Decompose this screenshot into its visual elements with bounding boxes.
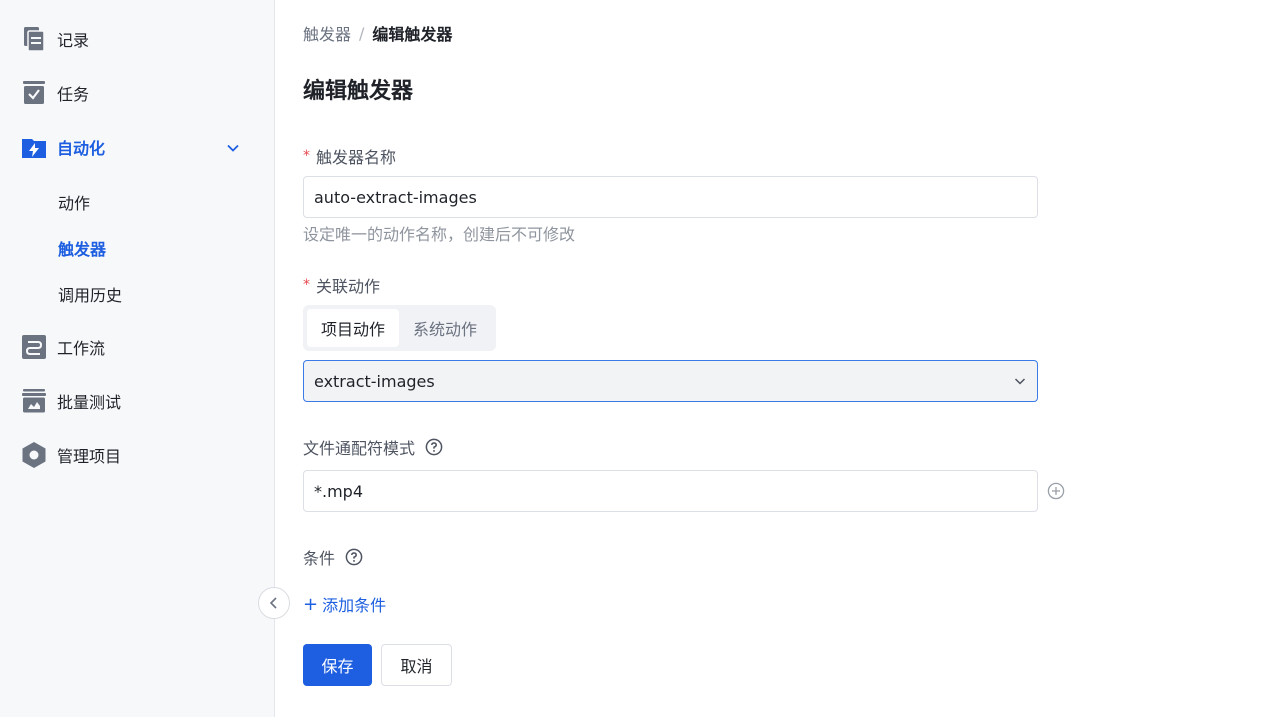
trigger-name-hint: 设定唯一的动作名称，创建后不可修改 bbox=[303, 225, 576, 244]
sidebar-item-workflow[interactable]: 工作流 bbox=[20, 331, 105, 363]
breadcrumb: 触发器 / 编辑触发器 bbox=[303, 21, 452, 45]
required-mark: * bbox=[303, 148, 310, 164]
manage-project-icon bbox=[20, 441, 48, 469]
help-icon[interactable] bbox=[345, 548, 363, 566]
conditions-label-text: 条件 bbox=[303, 549, 336, 568]
sidebar-item-label: 任务 bbox=[57, 85, 90, 104]
sidebar-item-label: 批量测试 bbox=[57, 393, 122, 412]
required-mark: * bbox=[303, 277, 310, 293]
sidebar-item-manage-project[interactable]: 管理项目 bbox=[20, 439, 121, 471]
batch-test-icon bbox=[20, 387, 48, 415]
tab-project-actions[interactable]: 项目动作 bbox=[307, 309, 400, 347]
file-pattern-label-text: 文件通配符模式 bbox=[303, 439, 416, 458]
workflow-icon bbox=[20, 333, 48, 361]
file-pattern-input[interactable]: *.mp4 bbox=[303, 470, 1038, 512]
file-pattern-label: 文件通配符模式 bbox=[303, 435, 443, 459]
sidebar-item-tasks[interactable]: 任务 bbox=[20, 77, 89, 109]
page-title: 编辑触发器 bbox=[303, 79, 414, 104]
sidebar-item-automation[interactable]: 自动化 bbox=[20, 131, 105, 163]
add-condition-link[interactable]: + 添加条件 bbox=[303, 592, 386, 616]
sidebar-subitem-actions[interactable]: 动作 bbox=[58, 190, 90, 214]
sidebar-item-records[interactable]: 记录 bbox=[20, 23, 89, 55]
trigger-name-label-text: 触发器名称 bbox=[316, 148, 397, 167]
plus-icon: + bbox=[303, 593, 319, 615]
sidebar-item-batch-test[interactable]: 批量测试 bbox=[20, 385, 121, 417]
tab-system-actions[interactable]: 系统动作 bbox=[399, 309, 491, 347]
trigger-name-label: * 触发器名称 bbox=[303, 144, 396, 168]
tasks-icon bbox=[20, 79, 48, 107]
breadcrumb-separator: / bbox=[359, 23, 365, 43]
chevron-down-icon[interactable] bbox=[224, 139, 242, 157]
sidebar-item-label: 自动化 bbox=[57, 139, 106, 158]
sidebar-item-label: 记录 bbox=[57, 31, 90, 50]
save-button[interactable]: 保存 bbox=[303, 644, 372, 686]
sidebar-item-label: 工作流 bbox=[57, 339, 106, 358]
conditions-label: 条件 bbox=[303, 545, 363, 569]
sidebar-subitem-call-history[interactable]: 调用历史 bbox=[58, 282, 122, 306]
sidebar-item-label: 管理项目 bbox=[57, 447, 122, 466]
help-icon[interactable] bbox=[425, 438, 443, 456]
related-action-label-text: 关联动作 bbox=[316, 277, 381, 296]
action-select-value: extract-images bbox=[314, 371, 435, 391]
collapse-sidebar-button[interactable] bbox=[258, 587, 290, 619]
breadcrumb-link-triggers[interactable]: 触发器 bbox=[303, 21, 351, 45]
automation-icon bbox=[20, 133, 48, 161]
trigger-name-value: auto-extract-images bbox=[314, 187, 477, 207]
add-condition-label: 添加条件 bbox=[322, 596, 387, 615]
file-pattern-value: *.mp4 bbox=[314, 481, 364, 501]
breadcrumb-current: 编辑触发器 bbox=[372, 25, 453, 44]
add-pattern-icon[interactable] bbox=[1046, 481, 1066, 501]
cancel-button[interactable]: 取消 bbox=[381, 644, 452, 686]
sidebar-subitem-triggers[interactable]: 触发器 bbox=[58, 236, 106, 260]
chevron-down-icon bbox=[1013, 374, 1027, 388]
related-action-label: * 关联动作 bbox=[303, 273, 380, 297]
chevron-left-icon bbox=[267, 596, 281, 610]
sidebar: 记录 任务 自动化 动作 触发器 调用历史 工作流 批量测试 管理项目 bbox=[0, 0, 275, 717]
records-icon bbox=[20, 25, 48, 53]
action-select[interactable]: extract-images bbox=[303, 360, 1038, 402]
trigger-name-input[interactable]: auto-extract-images bbox=[303, 176, 1038, 218]
action-type-segmented: 项目动作 系统动作 bbox=[303, 305, 496, 351]
